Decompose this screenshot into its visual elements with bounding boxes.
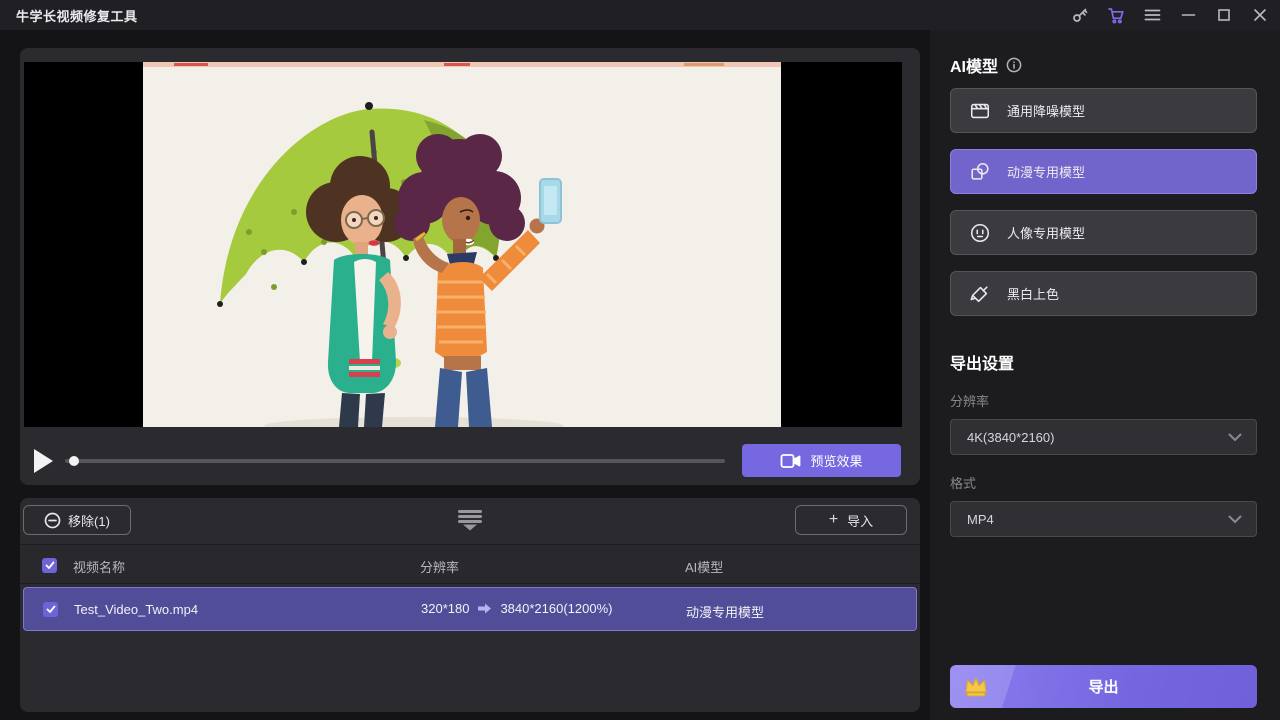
- chevron-down-icon: [1228, 433, 1242, 442]
- info-icon[interactable]: [1006, 57, 1022, 73]
- model-label: 黑白上色: [1007, 287, 1060, 302]
- slider-thumb[interactable]: [69, 456, 79, 466]
- playback-slider[interactable]: [65, 456, 725, 466]
- key-icon[interactable]: [1066, 0, 1094, 30]
- titlebar: 牛学长视频修复工具: [0, 0, 1280, 30]
- format-dropdown[interactable]: MP4: [950, 501, 1257, 537]
- resolution-from: 320*180: [421, 601, 470, 616]
- titlebar-buttons: [1066, 0, 1274, 30]
- app-title: 牛学长视频修复工具: [16, 8, 138, 24]
- model-button-general-denoise[interactable]: 通用降噪模型: [950, 88, 1257, 133]
- close-icon[interactable]: [1246, 0, 1274, 30]
- player-controls: 预览效果: [20, 438, 920, 484]
- video-cartoon-still: [24, 62, 902, 427]
- collapse-panel-icon[interactable]: [453, 509, 487, 536]
- export-button-label: 导出: [1088, 679, 1119, 696]
- model-button-colorize[interactable]: 黑白上色: [950, 271, 1257, 316]
- film-clapper-icon: [969, 100, 991, 122]
- model-button-portrait[interactable]: 人像专用模型: [950, 210, 1257, 255]
- export-settings-heading: 导出设置: [950, 356, 1015, 373]
- file-table-header: 视频名称 分辨率 AI模型: [20, 544, 920, 584]
- model-label: 动漫专用模型: [1007, 165, 1086, 180]
- resolution-to: 3840*2160(1200%): [500, 601, 613, 616]
- chevron-down-icon: [1228, 515, 1242, 524]
- column-ai-model: AI模型: [685, 560, 724, 575]
- colorize-brush-icon: [969, 283, 991, 305]
- menu-icon[interactable]: [1138, 0, 1166, 30]
- import-button-label: 导入: [847, 513, 874, 529]
- slider-track[interactable]: [65, 459, 725, 463]
- ai-model-section-title: AI模型: [950, 53, 1022, 77]
- resolution-dropdown[interactable]: 4K(3840*2160): [950, 419, 1257, 455]
- resolution-value: 4K(3840*2160): [967, 429, 1055, 445]
- ai-model-heading: AI模型: [950, 59, 999, 76]
- video-preview-frame: [24, 62, 902, 427]
- row-resolution: 320*180 3840*2160(1200%): [421, 601, 613, 616]
- crown-icon: [962, 673, 990, 703]
- play-button[interactable]: [32, 447, 58, 475]
- remove-button-label: 移除(1): [68, 513, 110, 529]
- video-preview-panel: 预览效果: [20, 48, 920, 485]
- column-resolution: 分辨率: [420, 560, 460, 575]
- resolution-label: 分辨率: [950, 394, 990, 409]
- remove-button[interactable]: 移除(1): [23, 505, 131, 535]
- minus-circle-icon: [44, 512, 61, 529]
- model-button-anime[interactable]: 动漫专用模型: [950, 149, 1257, 194]
- preview-effect-label: 预览效果: [810, 454, 863, 469]
- video-camera-icon: [780, 453, 801, 469]
- minimize-icon[interactable]: [1174, 0, 1202, 30]
- maximize-icon[interactable]: [1210, 0, 1238, 30]
- plus-icon: +: [828, 511, 839, 528]
- format-value: MP4: [967, 511, 994, 527]
- model-label: 通用降噪模型: [1007, 104, 1086, 119]
- anime-shapes-icon: [969, 161, 991, 183]
- arrow-right-icon: [477, 602, 492, 615]
- model-label: 人像专用模型: [1007, 226, 1086, 241]
- format-label: 格式: [950, 476, 977, 491]
- row-checkbox[interactable]: [43, 602, 58, 617]
- row-ai-model: 动漫专用模型: [686, 605, 765, 620]
- sidebar: AI模型 通用降噪模型 动漫专用模型 人像专用模型 黑白上色 导出设置 分辨率 …: [930, 30, 1280, 720]
- video-row-selected[interactable]: Test_Video_Two.mp4 320*180 3840*2160(120…: [23, 587, 917, 631]
- column-video-name: 视频名称: [73, 560, 126, 575]
- file-list-toolbar: 移除(1) + 导入: [20, 498, 920, 544]
- file-list-panel: 移除(1) + 导入 视频名称 分辨率 AI模型 Test_Video_Two.…: [20, 498, 920, 712]
- preview-effect-button[interactable]: 预览效果: [742, 444, 901, 477]
- row-video-name: Test_Video_Two.mp4: [74, 602, 199, 617]
- import-button[interactable]: + 导入: [795, 505, 907, 535]
- export-button[interactable]: 导出: [950, 665, 1257, 708]
- select-all-checkbox[interactable]: [42, 558, 57, 573]
- cart-icon[interactable]: [1102, 0, 1130, 30]
- portrait-face-icon: [969, 222, 991, 244]
